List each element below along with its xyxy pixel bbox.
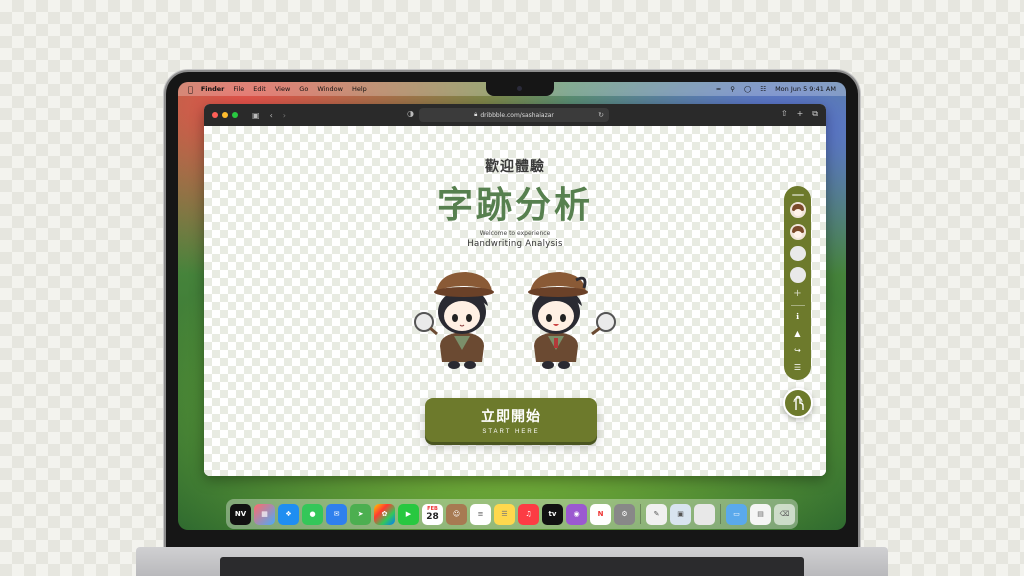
- dock-tv-icon[interactable]: tv: [542, 503, 563, 525]
- welcome-heading-cn: 歡迎體驗: [485, 159, 545, 175]
- side-panel: + ℹ ▲ ↪ ☰: [784, 186, 811, 380]
- menu-go[interactable]: Go: [299, 85, 308, 93]
- dock: NV ▦ ❖ ● ✉ ➤ ✿ ▶ FEB 28 ☺ ≡ ☰ ♫ tv ◉ N ⚙…: [226, 499, 798, 529]
- left-character: [414, 272, 494, 369]
- hand-pointer-icon: [793, 395, 804, 410]
- dock-app-logo-icon[interactable]: NV: [230, 503, 251, 525]
- forward-icon[interactable]: ›: [283, 111, 286, 120]
- dock-maps-icon[interactable]: ➤: [350, 503, 371, 525]
- share-icon[interactable]: ⇧: [781, 109, 788, 119]
- start-button-label-cn: 立即開始: [481, 407, 541, 424]
- dock-messages-icon[interactable]: ●: [302, 503, 323, 525]
- menu-help[interactable]: Help: [352, 85, 367, 93]
- welcome-heading-en: Welcome to experience: [479, 230, 551, 237]
- start-button-label-en: START HERE: [482, 428, 540, 435]
- menu-bar-status: ≈ ⚲ ◯ ☷ Mon Jun 5 9:41 AM: [716, 85, 836, 93]
- dock-safari-icon[interactable]: ❖: [278, 503, 299, 525]
- dock-trash-icon[interactable]: ⌫: [774, 503, 795, 525]
- dock-photos-icon[interactable]: ✿: [374, 503, 395, 525]
- screen:  Finder File Edit View Go Window Help ≈…: [178, 82, 846, 530]
- start-button[interactable]: 立即開始 START HERE: [425, 398, 597, 442]
- menu-file[interactable]: File: [233, 85, 244, 93]
- apple-icon[interactable]: : [188, 85, 193, 94]
- dock-reminders-icon[interactable]: ≡: [470, 503, 491, 525]
- avatar-character-1[interactable]: [789, 201, 806, 218]
- avatar-slot-empty-1[interactable]: [789, 245, 806, 262]
- page-title-cn: 字跡分析: [436, 185, 593, 226]
- dock-contacts-icon[interactable]: ☺: [446, 503, 467, 525]
- close-window-button[interactable]: [212, 112, 218, 118]
- dock-settings-icon[interactable]: ⚙: [614, 503, 635, 525]
- bell-icon[interactable]: ▲: [794, 329, 800, 338]
- page-title-en: Handwriting Analysis: [467, 239, 563, 249]
- dock-music-icon[interactable]: ♫: [518, 503, 539, 525]
- new-tab-icon[interactable]: +: [797, 109, 804, 119]
- dock-mail-icon[interactable]: ✉: [326, 503, 347, 525]
- dock-launchpad-icon[interactable]: ▦: [254, 503, 275, 525]
- control-center-icon[interactable]: ☷: [760, 85, 766, 93]
- clock[interactable]: Mon Jun 5 9:41 AM: [775, 85, 836, 93]
- web-page: 歡迎體驗 字跡分析 Welcome to experience Handwrit…: [204, 126, 826, 476]
- menu-edit[interactable]: Edit: [253, 85, 266, 93]
- detective-characters-illustration: [414, 272, 616, 369]
- avatar-character-2[interactable]: [789, 223, 806, 240]
- dock-facetime-icon[interactable]: ▶: [398, 503, 419, 525]
- right-character: [528, 272, 616, 369]
- user-icon[interactable]: ◯: [744, 85, 751, 93]
- panel-grip[interactable]: [791, 194, 804, 196]
- laptop-frame:  Finder File Edit View Go Window Help ≈…: [166, 72, 858, 552]
- dock-separator-2: [720, 504, 721, 524]
- logout-icon[interactable]: ↪: [794, 346, 801, 355]
- privacy-shield-icon[interactable]: ◑: [407, 109, 414, 118]
- dock-calendar-icon[interactable]: FEB 28: [422, 503, 443, 525]
- dock-textedit-icon[interactable]: ✎: [646, 503, 667, 525]
- avatar-slot-empty-2[interactable]: [789, 267, 806, 284]
- menu-window[interactable]: Window: [317, 85, 343, 93]
- sidebar-toggle-icon[interactable]: ▣: [252, 111, 260, 120]
- dock-notes-icon[interactable]: ☰: [494, 503, 515, 525]
- dock-news-icon[interactable]: N: [590, 503, 611, 525]
- lock-icon: 🔒︎: [474, 111, 478, 118]
- dock-preview-icon[interactable]: ▣: [670, 503, 691, 525]
- address-url: dribbble.com/sashaiazar: [480, 111, 554, 119]
- wifi-icon[interactable]: ≈: [716, 85, 721, 93]
- browser-toolbar: ▣ ‹ › ◑ 🔒︎ dribbble.com/sashaiazar ↻ ⇧ +…: [204, 104, 826, 126]
- menu-finder[interactable]: Finder: [201, 85, 225, 93]
- calendar-day: 28: [426, 512, 439, 522]
- tab-overview-icon[interactable]: ⧉: [812, 109, 818, 119]
- zoom-window-button[interactable]: [232, 112, 238, 118]
- laptop-base: [136, 547, 888, 576]
- reload-icon[interactable]: ↻: [598, 111, 604, 119]
- add-icon[interactable]: +: [793, 289, 801, 299]
- minimize-window-button[interactable]: [222, 112, 228, 118]
- search-icon[interactable]: ⚲: [730, 85, 735, 93]
- address-bar[interactable]: 🔒︎ dribbble.com/sashaiazar ↻: [419, 108, 609, 122]
- dock-blank-app-icon[interactable]: [694, 503, 715, 525]
- dock-documents-icon[interactable]: ▤: [750, 503, 771, 525]
- tv-label: tv: [548, 510, 557, 518]
- dock-podcasts-icon[interactable]: ◉: [566, 503, 587, 525]
- camera-notch: [486, 82, 554, 96]
- keyboard: [220, 557, 804, 576]
- browser-window: ▣ ‹ › ◑ 🔒︎ dribbble.com/sashaiazar ↻ ⇧ +…: [204, 104, 826, 476]
- back-icon[interactable]: ‹: [270, 111, 273, 120]
- dock-folder-icon[interactable]: ▭: [726, 503, 747, 525]
- info-icon[interactable]: ℹ: [796, 312, 799, 321]
- dock-separator: [640, 504, 641, 524]
- touch-gesture-button[interactable]: [783, 388, 813, 418]
- menu-icon[interactable]: ☰: [794, 363, 801, 372]
- menu-view[interactable]: View: [275, 85, 290, 93]
- panel-divider: [790, 305, 805, 307]
